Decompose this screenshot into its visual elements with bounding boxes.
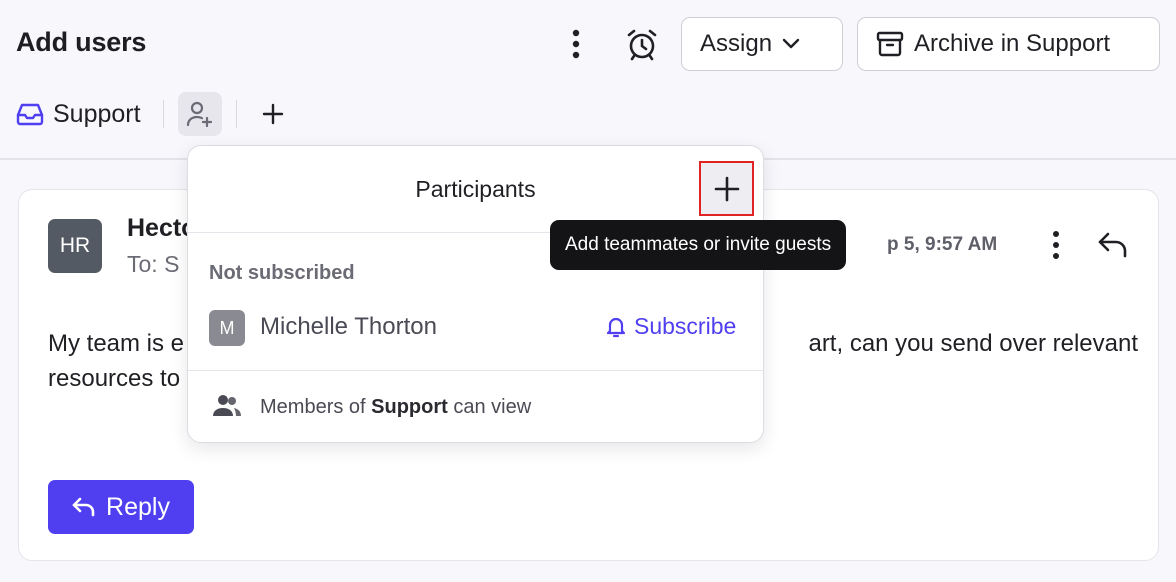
reply-arrow-icon	[72, 497, 95, 517]
members-team: Support	[371, 396, 448, 418]
participants-popover: Participants Not subscribed M Michelle T…	[187, 145, 764, 443]
tab-support-label: Support	[53, 99, 141, 128]
more-options-button[interactable]	[562, 28, 590, 60]
members-visibility-note: Members of Support can view	[260, 396, 531, 419]
plus-icon	[714, 176, 739, 201]
alarm-clock-icon	[627, 29, 657, 61]
inbox-icon	[16, 103, 44, 126]
popover-divider	[188, 370, 763, 371]
message-timestamp: p 5, 9:57 AM	[887, 234, 998, 255]
subscribe-button[interactable]: Subscribe	[606, 313, 736, 340]
recipient-line: To: S	[127, 251, 180, 277]
subscribe-label: Subscribe	[634, 313, 737, 339]
popover-title: Participants	[415, 176, 536, 202]
team-members-icon	[213, 394, 241, 423]
chevron-down-icon	[782, 38, 800, 49]
tab-support[interactable]: Support	[16, 100, 141, 129]
user-plus-icon	[186, 101, 212, 128]
assign-dropdown-button[interactable]: Assign	[681, 17, 843, 71]
message-more-button[interactable]	[1049, 230, 1063, 262]
avatar: HR	[48, 219, 102, 273]
add-participants-button[interactable]	[699, 161, 754, 216]
tab-divider	[162, 100, 164, 128]
reply-button[interactable]: Reply	[48, 480, 194, 534]
message-reply-button[interactable]	[1097, 230, 1131, 262]
bell-icon	[606, 317, 626, 337]
archive-box-icon	[876, 31, 904, 57]
tab-divider	[235, 100, 237, 128]
plus-icon	[262, 103, 283, 125]
vertical-dots-icon	[572, 29, 580, 59]
members-prefix: Members of	[260, 396, 366, 418]
avatar: M	[209, 310, 245, 346]
reply-label: Reply	[106, 492, 170, 521]
assign-label: Assign	[700, 30, 773, 57]
archive-button[interactable]: Archive in Support	[857, 17, 1160, 71]
reply-arrow-icon	[1098, 232, 1127, 258]
add-participants-tooltip: Add teammates or invite guests	[550, 220, 847, 270]
members-suffix: can view	[453, 396, 532, 418]
conversation-tabs: Support	[16, 92, 289, 136]
archive-label: Archive in Support	[914, 30, 1111, 57]
page-title: Add users	[16, 27, 147, 57]
snooze-button[interactable]	[622, 24, 662, 64]
message-body-line: art, can you send over relevant	[808, 330, 1138, 357]
add-tag-button[interactable]	[257, 98, 289, 130]
add-participant-button[interactable]	[177, 92, 222, 136]
participant-name: Michelle Thorton	[260, 313, 437, 340]
section-label: Not subscribed	[209, 262, 355, 284]
vertical-dots-icon	[1053, 231, 1059, 259]
message-body-line: My team is e	[48, 330, 185, 357]
